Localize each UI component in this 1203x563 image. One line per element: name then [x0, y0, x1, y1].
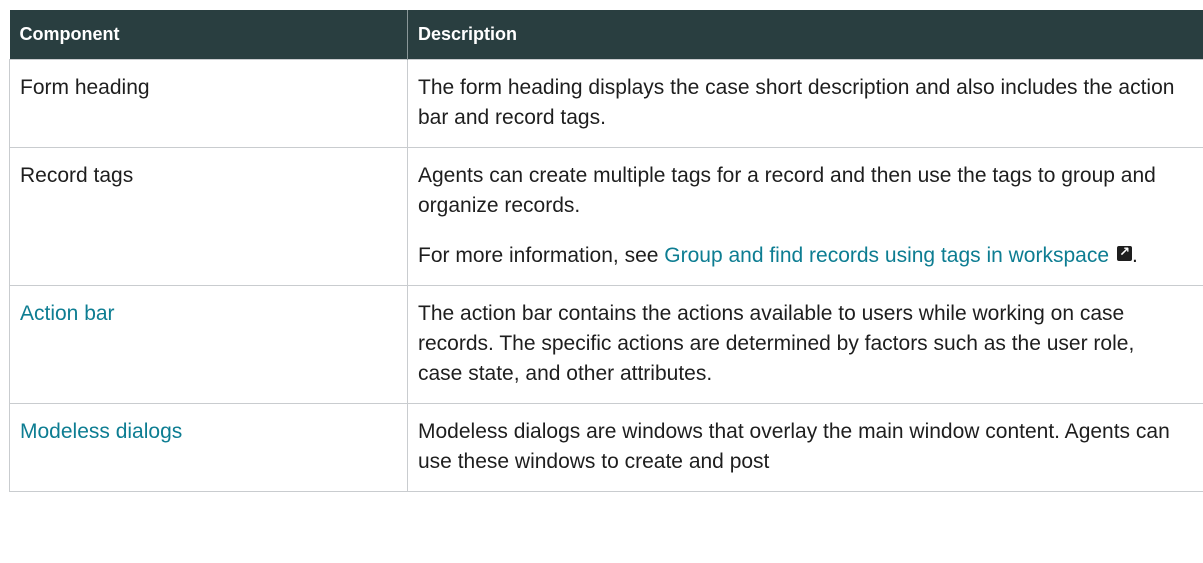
- description-text: The form heading displays the case short…: [418, 76, 1175, 129]
- component-cell: Form heading: [9, 59, 408, 148]
- component-cell: Action bar: [9, 285, 408, 404]
- description-text: Modeless dialogs are windows that overla…: [418, 420, 1170, 473]
- table-row: Form heading The form heading displays t…: [9, 59, 1203, 148]
- more-info-prefix: For more information, see: [418, 244, 665, 267]
- header-component: Component: [9, 10, 408, 60]
- action-bar-link[interactable]: Action bar: [20, 302, 115, 325]
- description-text: Agents can create multiple tags for a re…: [418, 164, 1156, 217]
- more-info-suffix: .: [1132, 244, 1138, 267]
- description-cell: The action bar contains the actions avai…: [407, 285, 1203, 404]
- group-records-tags-link-label[interactable]: Group and find records using tags in wor…: [664, 244, 1109, 267]
- component-cell: Record tags: [9, 147, 408, 286]
- table-row: Modeless dialogs Modeless dialogs are wi…: [9, 403, 1203, 492]
- group-records-tags-link[interactable]: Group and find records using tags in wor…: [664, 238, 1133, 268]
- description-cell: Agents can create multiple tags for a re…: [407, 147, 1203, 286]
- more-info-text: For more information, see Group and find…: [418, 238, 1175, 271]
- table-header-row: Component Description: [9, 10, 1203, 60]
- description-cell: Modeless dialogs are windows that overla…: [407, 403, 1203, 492]
- component-cell: Modeless dialogs: [9, 403, 408, 492]
- description-cell: The form heading displays the case short…: [407, 59, 1203, 148]
- external-link-icon[interactable]: [1117, 238, 1133, 268]
- header-description: Description: [407, 10, 1203, 60]
- modeless-dialogs-link[interactable]: Modeless dialogs: [20, 420, 182, 443]
- component-table: Component Description Form heading The f…: [9, 10, 1203, 492]
- table-row: Record tags Agents can create multiple t…: [9, 147, 1203, 286]
- table-row: Action bar The action bar contains the a…: [9, 285, 1203, 404]
- description-text: The action bar contains the actions avai…: [418, 302, 1135, 385]
